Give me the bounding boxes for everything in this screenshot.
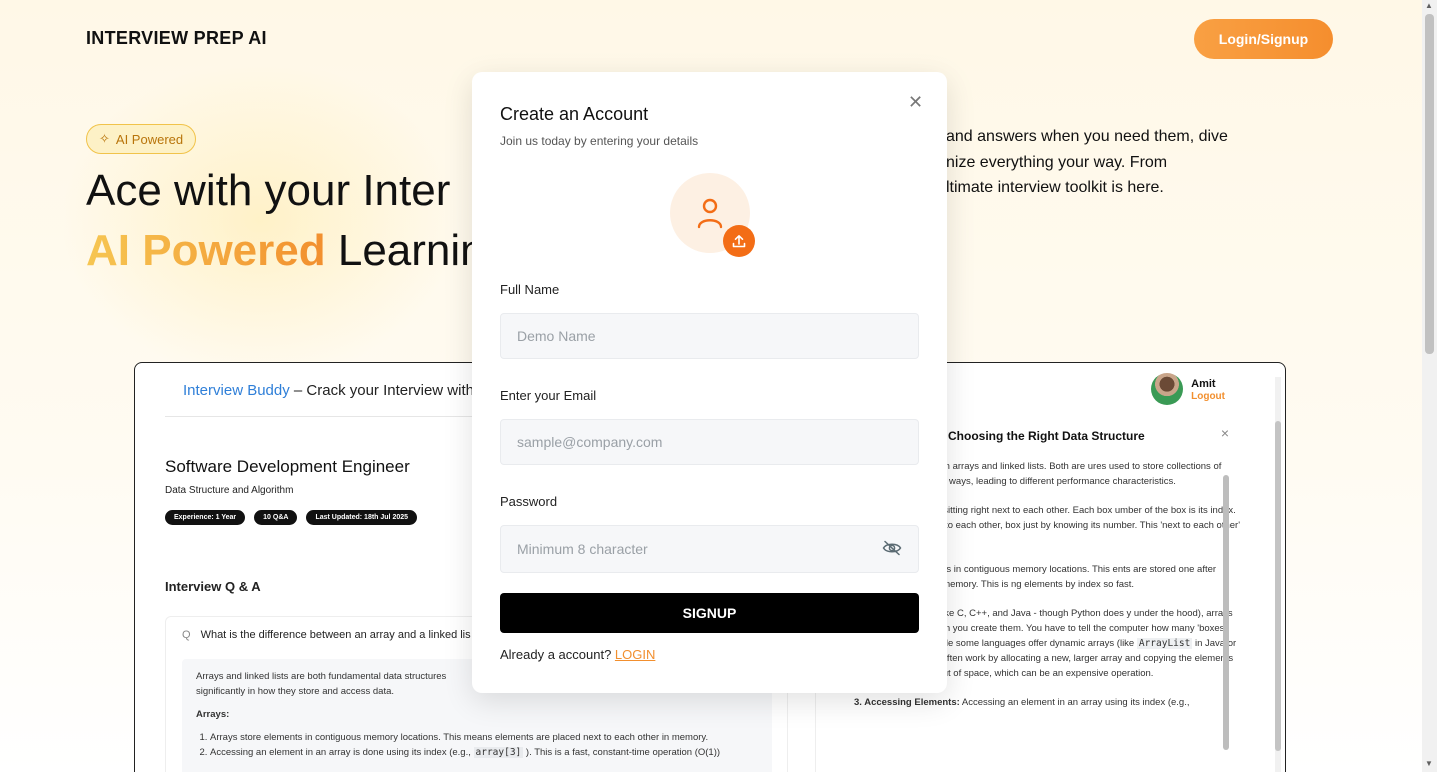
scroll-down-arrow-icon[interactable]: ▼ — [1425, 759, 1433, 768]
hero-desc-line: and answers when you need them, dive — [946, 128, 1228, 145]
badge-label: AI Powered — [115, 131, 184, 147]
answer-text: ). This is a fast, constant-time operati… — [525, 747, 721, 758]
role-topics: Data Structure and Algorithm — [165, 485, 294, 496]
question-label: What is the difference between an array … — [200, 629, 471, 641]
preview-logo-tagline: – Crack your Interview with — [289, 382, 474, 399]
landing-page: INTERVIEW PREP AI Login/Signup ✧ AI Powe… — [0, 0, 1422, 772]
hero-headline-line1: Ace with your Inter — [86, 166, 451, 215]
login-link[interactable]: LOGIN — [615, 647, 655, 662]
login-signup-button[interactable]: Login/Signup — [1194, 19, 1333, 59]
answer-list-item: Arrays store elements in contiguous memo… — [210, 730, 758, 745]
panel-text: Accessing an element in an array using i… — [959, 697, 1190, 708]
page-scrollbar-thumb[interactable] — [1425, 14, 1434, 354]
hero-headline-line2: AI Powered Learnin — [86, 226, 485, 276]
hero-desc-line: ltimate interview toolkit is here. — [946, 179, 1164, 196]
upload-icon[interactable] — [723, 225, 755, 257]
preview-user-info: Amit Logout — [1151, 373, 1225, 405]
hero-accent-text: AI Powered — [86, 226, 326, 275]
scroll-up-arrow-icon[interactable]: ▲ — [1425, 1, 1433, 10]
eye-off-icon[interactable] — [882, 540, 902, 556]
answer-code: array[3] — [473, 747, 524, 758]
question-prefix: Q — [182, 629, 191, 641]
login-prompt-text: Already a account? — [500, 647, 615, 662]
close-icon[interactable]: ✕ — [908, 92, 923, 113]
page-scrollbar[interactable]: ▲ ▼ — [1422, 0, 1437, 772]
tag-last-updated: Last Updated: 18th Jul 2025 — [306, 510, 418, 525]
password-input[interactable] — [500, 525, 919, 573]
create-account-modal: ✕ Create an Account Join us today by ent… — [472, 72, 947, 693]
modal-subtitle: Join us today by entering your details — [500, 134, 699, 148]
question-text: Q What is the difference between an array… — [182, 629, 471, 641]
avatar — [1151, 373, 1184, 405]
sparkle-icon: ✧ — [99, 131, 110, 146]
tag-experience: Experience: 1 Year — [165, 510, 246, 525]
answer-text: Accessing an element in an array is done… — [210, 747, 471, 758]
preview-logo: Interview Buddy – Crack your Interview w… — [183, 382, 474, 399]
full-name-label: Full Name — [500, 282, 560, 297]
panel-bold-label: 3. Accessing Elements: — [854, 697, 960, 708]
close-icon[interactable]: × — [1221, 425, 1229, 441]
ai-powered-badge: ✧ AI Powered — [86, 124, 197, 154]
email-input[interactable] — [500, 419, 919, 465]
panel-title: Choosing the Right Data Structure — [948, 429, 1145, 443]
modal-title: Create an Account — [500, 104, 649, 124]
answer-list: Arrays store elements in contiguous memo… — [210, 730, 758, 760]
brand-logo[interactable]: INTERVIEW PREP AI — [86, 28, 267, 49]
hero-glow — [60, 60, 460, 380]
full-name-input[interactable] — [500, 313, 919, 359]
panel-scrollbar[interactable] — [1223, 475, 1229, 750]
answer-subheading: Arrays: — [196, 709, 230, 720]
hero-desc-line: nize everything your way. From — [946, 153, 1168, 171]
panel-paragraph: 3. Accessing Elements: Accessing an elem… — [854, 695, 1244, 710]
user-name: Amit — [1191, 377, 1216, 390]
login-prompt: Already a account? LOGIN — [500, 647, 655, 662]
preview-scrollbar-thumb[interactable] — [1275, 421, 1281, 751]
signup-button[interactable]: SIGNUP — [500, 593, 919, 633]
panel-code: ArrayList — [1136, 638, 1193, 649]
preview-logo-brand: Interview Buddy — [183, 382, 290, 399]
qa-heading: Interview Q & A — [165, 579, 261, 594]
role-title: Software Development Engineer — [165, 457, 410, 476]
role-tags: Experience: 1 Year 10 Q&A Last Updated: … — [165, 510, 418, 525]
user-icon — [697, 198, 723, 229]
logout-link[interactable]: Logout — [1191, 391, 1225, 402]
answer-list-item: Accessing an element in an array is done… — [210, 745, 758, 760]
password-label: Password — [500, 494, 558, 509]
hero-description: and answers when you need them, dive niz… — [946, 124, 1266, 201]
tag-qa-count: 10 Q&A — [254, 510, 298, 525]
email-label: Enter your Email — [500, 388, 597, 403]
hero-line2-rest: Learnin — [325, 226, 485, 275]
